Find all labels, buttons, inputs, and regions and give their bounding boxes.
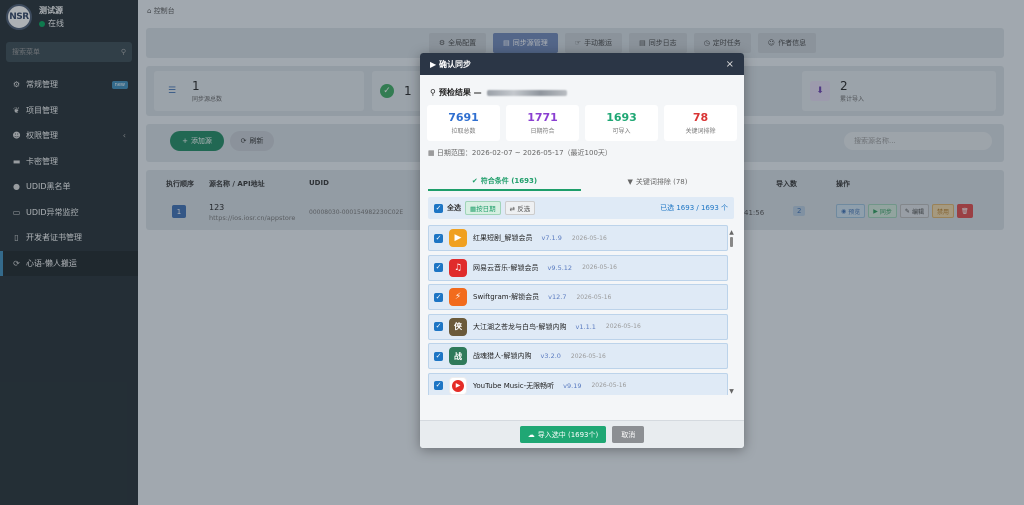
item-checkbox[interactable]: ✓ [434,292,443,302]
item-checkbox[interactable]: ✓ [434,381,443,390]
item-checkbox[interactable]: ✓ [434,322,443,331]
stat-date-match: 1771 日期符合 [506,105,579,141]
app-version: v9.5.12 [547,263,573,272]
modal-tabs: ✔ 符合条件 (1693) ▼ 关键词排除 (78) [428,173,734,191]
invert-selection-button[interactable]: ⇄ 反选 [504,201,536,215]
app-icon: ▶ [449,229,467,247]
scrollbar-thumb[interactable] [730,237,733,247]
app-icon: ⚡ [449,288,467,306]
app-version: v12.7 [548,293,567,301]
item-checkbox[interactable]: ✓ [434,263,443,272]
modal-footer: ☁ 导入选中 (1693个) 取消 [420,420,744,448]
tab-label: 关键词排除 (78) [635,178,688,186]
list-scrollbar[interactable]: ▲ ▼ [729,229,734,395]
list-item[interactable]: ✓ 侠 大江湖之苍龙与白鸟-解锁内购 v1.1.1 2026-05-16 [428,313,728,340]
cloud-download-icon: ☁ [527,430,535,439]
search-icon: ⚲ [430,88,436,97]
by-date-button[interactable]: ▦按日期 [465,201,501,215]
app-date: 2026-05-16 [576,293,612,301]
app-icon: 侠 [449,317,467,336]
scroll-down-icon[interactable]: ▼ [729,388,734,395]
stat-value: 1693 [606,111,637,124]
close-icon[interactable]: × [726,59,734,70]
tab-label: 符合条件 (1693) [480,177,538,185]
check-circle-icon: ✔ [471,177,478,185]
list-item[interactable]: ✓ ▶ YouTube Music-无限畅听 v9.19 2026-05-16 [428,372,728,395]
app-name: 战魂猎人-解锁内购 [473,352,532,360]
app-icon: ♫ [449,258,467,277]
exchange-icon: ⇄ [509,205,516,213]
modal-title: ▶ 确认同步 [430,59,471,70]
app-date: 2026-05-16 [570,352,606,360]
stat-importable: 1693 可导入 [585,105,658,141]
cancel-label: 取消 [621,430,636,439]
app-date: 2026-05-16 [571,234,607,242]
stat-label: 可导入 [612,128,631,135]
app-date: 2026-05-16 [582,264,617,271]
app-name: 红果短剧_解锁会员 [473,234,533,242]
modal-header: ▶ 确认同步 × [420,53,744,75]
import-selected-button[interactable]: ☁ 导入选中 (1693个) [519,426,607,443]
selection-bar: ✓ 全选 ▦按日期 ⇄ 反选 已选 1693 / 1693 个 [428,197,734,219]
precheck-title: ⚲ 预检结果 — [430,87,567,98]
stat-value: 7691 [448,111,479,124]
list-item[interactable]: ✓ ♫ 网易云音乐-解锁会员 v9.5.12 2026-05-16 [428,254,728,281]
stat-value: 1771 [527,111,558,124]
redacted-source-name [486,89,567,96]
stat-label: 日期符合 [530,128,555,135]
stat-fetched-total: 7691 拉取总数 [427,105,500,141]
app-date: 2026-05-16 [605,323,641,330]
cancel-button[interactable]: 取消 [612,426,645,443]
stat-label: 拉取总数 [451,128,476,135]
import-selected-label: 导入选中 (1693个) [537,430,599,439]
stat-value: 78 [692,111,709,124]
invert-label: 反选 [517,205,531,213]
selected-count: 已选 1693 / 1693 个 [660,204,728,212]
select-all-checkbox[interactable]: ✓ [434,203,443,213]
app-version: v1.1.1 [575,322,596,331]
scroll-up-icon[interactable]: ▲ [729,229,734,236]
item-checkbox[interactable]: ✓ [434,233,443,243]
stat-keyword-excluded: 78 关键词排除 [664,105,737,141]
app-icon: ▶ [449,376,467,395]
tab-matched[interactable]: ✔ 符合条件 (1693) [428,173,581,191]
tab-excluded[interactable]: ▼ 关键词排除 (78) [581,173,734,191]
confirm-sync-modal: ▶ 确认同步 × ⚲ 预检结果 — 7691 拉取总数 1771 日期符合 1693… [420,53,744,448]
date-range: ▦ 日期范围：2026-02-07 ~ 2026-05-17（最近100天） [428,148,612,158]
app-version: v7.1.9 [541,234,562,242]
list-item[interactable]: ✓ 战 战魂猎人-解锁内购 v3.2.0 2026-05-16 [428,343,728,369]
app-name: 网易云音乐-解锁会员 [473,263,539,272]
app-name: Swiftgram-解锁会员 [473,293,540,301]
filter-icon: ▼ [627,178,633,186]
calendar-icon: ▦ [428,149,435,157]
list-item[interactable]: ✓ ▶ 红果短剧_解锁会员 v7.1.9 2026-05-16 [428,225,728,251]
precheck-stats: 7691 拉取总数 1771 日期符合 1693 可导入 78 关键词排除 [427,105,737,141]
by-date-label: 按日期 [476,205,496,213]
item-checkbox[interactable]: ✓ [434,351,443,361]
app-icon: 战 [449,347,467,365]
select-all-label[interactable]: 全选 [447,203,461,213]
stat-label: 关键词排除 [685,128,716,135]
app-name: 大江湖之苍龙与白鸟-解锁内购 [473,322,567,331]
modal-title-text: 确认同步 [438,59,471,69]
precheck-label: 预检结果 — [438,88,482,97]
app-version: v3.2.0 [540,352,561,360]
date-range-text: 日期范围：2026-02-07 ~ 2026-05-17（最近100天） [436,149,612,157]
app-version: v9.19 [563,381,582,390]
app-list: ✓ ▶ 红果短剧_解锁会员 v7.1.9 2026-05-16 ✓ ♫ 网易云音… [428,225,728,395]
app-name: YouTube Music-无限畅听 [473,381,555,390]
play-circle-icon: ▶ [430,59,437,69]
list-item[interactable]: ✓ ⚡ Swiftgram-解锁会员 v12.7 2026-05-16 [428,284,728,310]
app-date: 2026-05-16 [591,382,627,389]
